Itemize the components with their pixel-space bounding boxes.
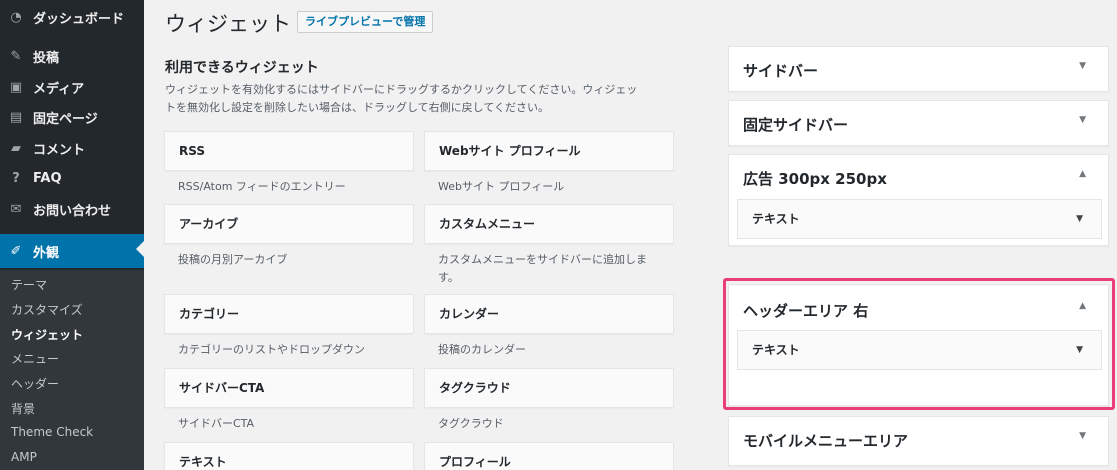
- mail-icon: ✉: [10, 201, 22, 217]
- menu-media-label: メディア: [33, 81, 85, 97]
- menu-media[interactable]: ▣ メディア: [0, 72, 144, 102]
- placed-widget-title: テキスト: [752, 212, 800, 226]
- sidebar-area-main[interactable]: サイドバー ▼: [728, 46, 1109, 92]
- sidebar-area-header-right[interactable]: ヘッダーエリア 右 ▲ テキスト ▼: [728, 284, 1109, 406]
- description-line-2: トを無効化し設定を削除したい場合は、ドラッグして右側に戻してください。: [165, 101, 550, 114]
- help-icon: ?: [12, 170, 20, 186]
- available-widgets-description: ウィジェットを有効化するにはサイドバーにドラッグするかクリックしてください。ウィ…: [165, 81, 675, 117]
- widget-archives[interactable]: アーカイブ: [164, 204, 414, 244]
- widget-custom-menu[interactable]: カスタムメニュー: [424, 204, 674, 244]
- widget-text[interactable]: テキスト: [164, 442, 414, 470]
- widget-calendar[interactable]: カレンダー: [424, 294, 674, 334]
- widget-website-profile-desc: Webサイト プロフィール: [438, 180, 565, 193]
- menu-posts-label: 投稿: [33, 50, 60, 66]
- submenu-amp[interactable]: AMP: [11, 450, 37, 464]
- placed-widget-text[interactable]: テキスト ▼: [737, 199, 1102, 239]
- widget-custom-menu-desc-line-2: す。: [438, 271, 459, 284]
- chevron-down-icon[interactable]: ▼: [1079, 431, 1086, 441]
- menu-contact[interactable]: ✉ お問い合わせ: [0, 194, 144, 224]
- submenu-customize[interactable]: カスタマイズ: [11, 301, 83, 318]
- menu-pages[interactable]: ▤ 固定ページ: [0, 102, 144, 132]
- chevron-up-icon[interactable]: ▲: [1079, 169, 1086, 179]
- appearance-submenu: テーマ カスタマイズ ウィジェット メニュー ヘッダー 背景 Theme Che…: [0, 270, 144, 470]
- chevron-down-icon[interactable]: ▼: [1076, 331, 1083, 369]
- placed-widget-title: テキスト: [752, 343, 800, 357]
- chevron-down-icon[interactable]: ▼: [1079, 61, 1086, 71]
- menu-comments-label: コメント: [33, 142, 86, 158]
- widget-website-profile[interactable]: Webサイト プロフィール: [424, 131, 674, 171]
- menu-pages-label: 固定ページ: [33, 111, 98, 127]
- available-widgets-title: 利用できるウィジェット: [165, 60, 319, 76]
- widget-rss-desc: RSS/Atom フィードのエントリー: [178, 180, 346, 193]
- submenu-background[interactable]: 背景: [11, 400, 35, 417]
- menu-contact-label: お問い合わせ: [33, 203, 112, 219]
- widget-archives-desc: 投稿の月別アーカイブ: [178, 253, 288, 266]
- placed-widget-text[interactable]: テキスト ▼: [737, 330, 1102, 370]
- menu-appearance-label: 外観: [33, 245, 60, 261]
- pin-icon: ✎: [10, 48, 22, 64]
- sidebar-area-title: 広告 300px 250px: [743, 170, 887, 188]
- submenu-widgets[interactable]: ウィジェット: [11, 326, 83, 343]
- menu-dashboard-label: ダッシュボード: [33, 11, 125, 27]
- widget-custom-menu-desc-line-1: カスタムメニューをサイドバーに追加しま: [438, 253, 647, 266]
- chevron-down-icon[interactable]: ▼: [1079, 115, 1086, 125]
- sidebar-area-title: モバイルメニューエリア: [743, 432, 909, 450]
- page-icon: ▤: [9, 109, 23, 125]
- widget-sidebar-cta-desc: サイドバーCTA: [178, 417, 255, 430]
- widget-custom-menu-desc: カスタムメニューをサイドバーに追加しま す。: [438, 251, 678, 287]
- menu-dashboard[interactable]: ◔ ダッシュボード: [0, 2, 144, 32]
- sidebar-area-mobile-menu[interactable]: モバイルメニューエリア ▼: [728, 416, 1109, 466]
- widget-profile[interactable]: プロフィール: [424, 442, 674, 470]
- submenu-theme-check[interactable]: Theme Check: [11, 425, 93, 439]
- media-icon: ▣: [9, 79, 23, 95]
- live-preview-button[interactable]: ライブプレビューで管理: [297, 11, 434, 33]
- sidebar-area-title: サイドバー: [743, 62, 819, 80]
- page-title: ウィジェット: [165, 12, 291, 36]
- menu-comments[interactable]: ▰ コメント: [0, 133, 144, 163]
- widget-categories-desc: カテゴリーのリストやドロップダウン: [178, 343, 365, 356]
- menu-faq[interactable]: ? FAQ: [0, 163, 144, 193]
- widget-rss[interactable]: RSS: [164, 131, 414, 171]
- sidebar-area-title: ヘッダーエリア 右: [743, 302, 869, 320]
- submenu-menus[interactable]: メニュー: [11, 350, 59, 367]
- menu-appearance[interactable]: ✐ 外観: [0, 234, 144, 268]
- sidebar-area-fixed[interactable]: 固定サイドバー ▼: [728, 100, 1109, 146]
- menu-faq-label: FAQ: [33, 170, 62, 186]
- widget-tag-cloud[interactable]: タグクラウド: [424, 368, 674, 408]
- widget-sidebar-cta[interactable]: サイドバーCTA: [164, 368, 414, 408]
- description-line-1: ウィジェットを有効化するにはサイドバーにドラッグするかクリックしてください。ウィ…: [165, 83, 638, 96]
- brush-icon: ✐: [10, 243, 22, 259]
- dashboard-icon: ◔: [10, 9, 22, 25]
- chevron-down-icon[interactable]: ▼: [1076, 200, 1083, 238]
- widget-calendar-desc: 投稿のカレンダー: [438, 343, 526, 356]
- submenu-themes[interactable]: テーマ: [11, 276, 47, 293]
- sidebar-area-ad[interactable]: 広告 300px 250px ▲ テキスト ▼: [728, 154, 1109, 246]
- widget-tag-cloud-desc: タグクラウド: [438, 417, 504, 430]
- chevron-up-icon[interactable]: ▲: [1079, 301, 1086, 311]
- widget-categories[interactable]: カテゴリー: [164, 294, 414, 334]
- comment-icon: ▰: [11, 140, 21, 156]
- submenu-header[interactable]: ヘッダー: [11, 375, 59, 392]
- menu-posts[interactable]: ✎ 投稿: [0, 41, 144, 71]
- sidebar-area-title: 固定サイドバー: [743, 116, 849, 134]
